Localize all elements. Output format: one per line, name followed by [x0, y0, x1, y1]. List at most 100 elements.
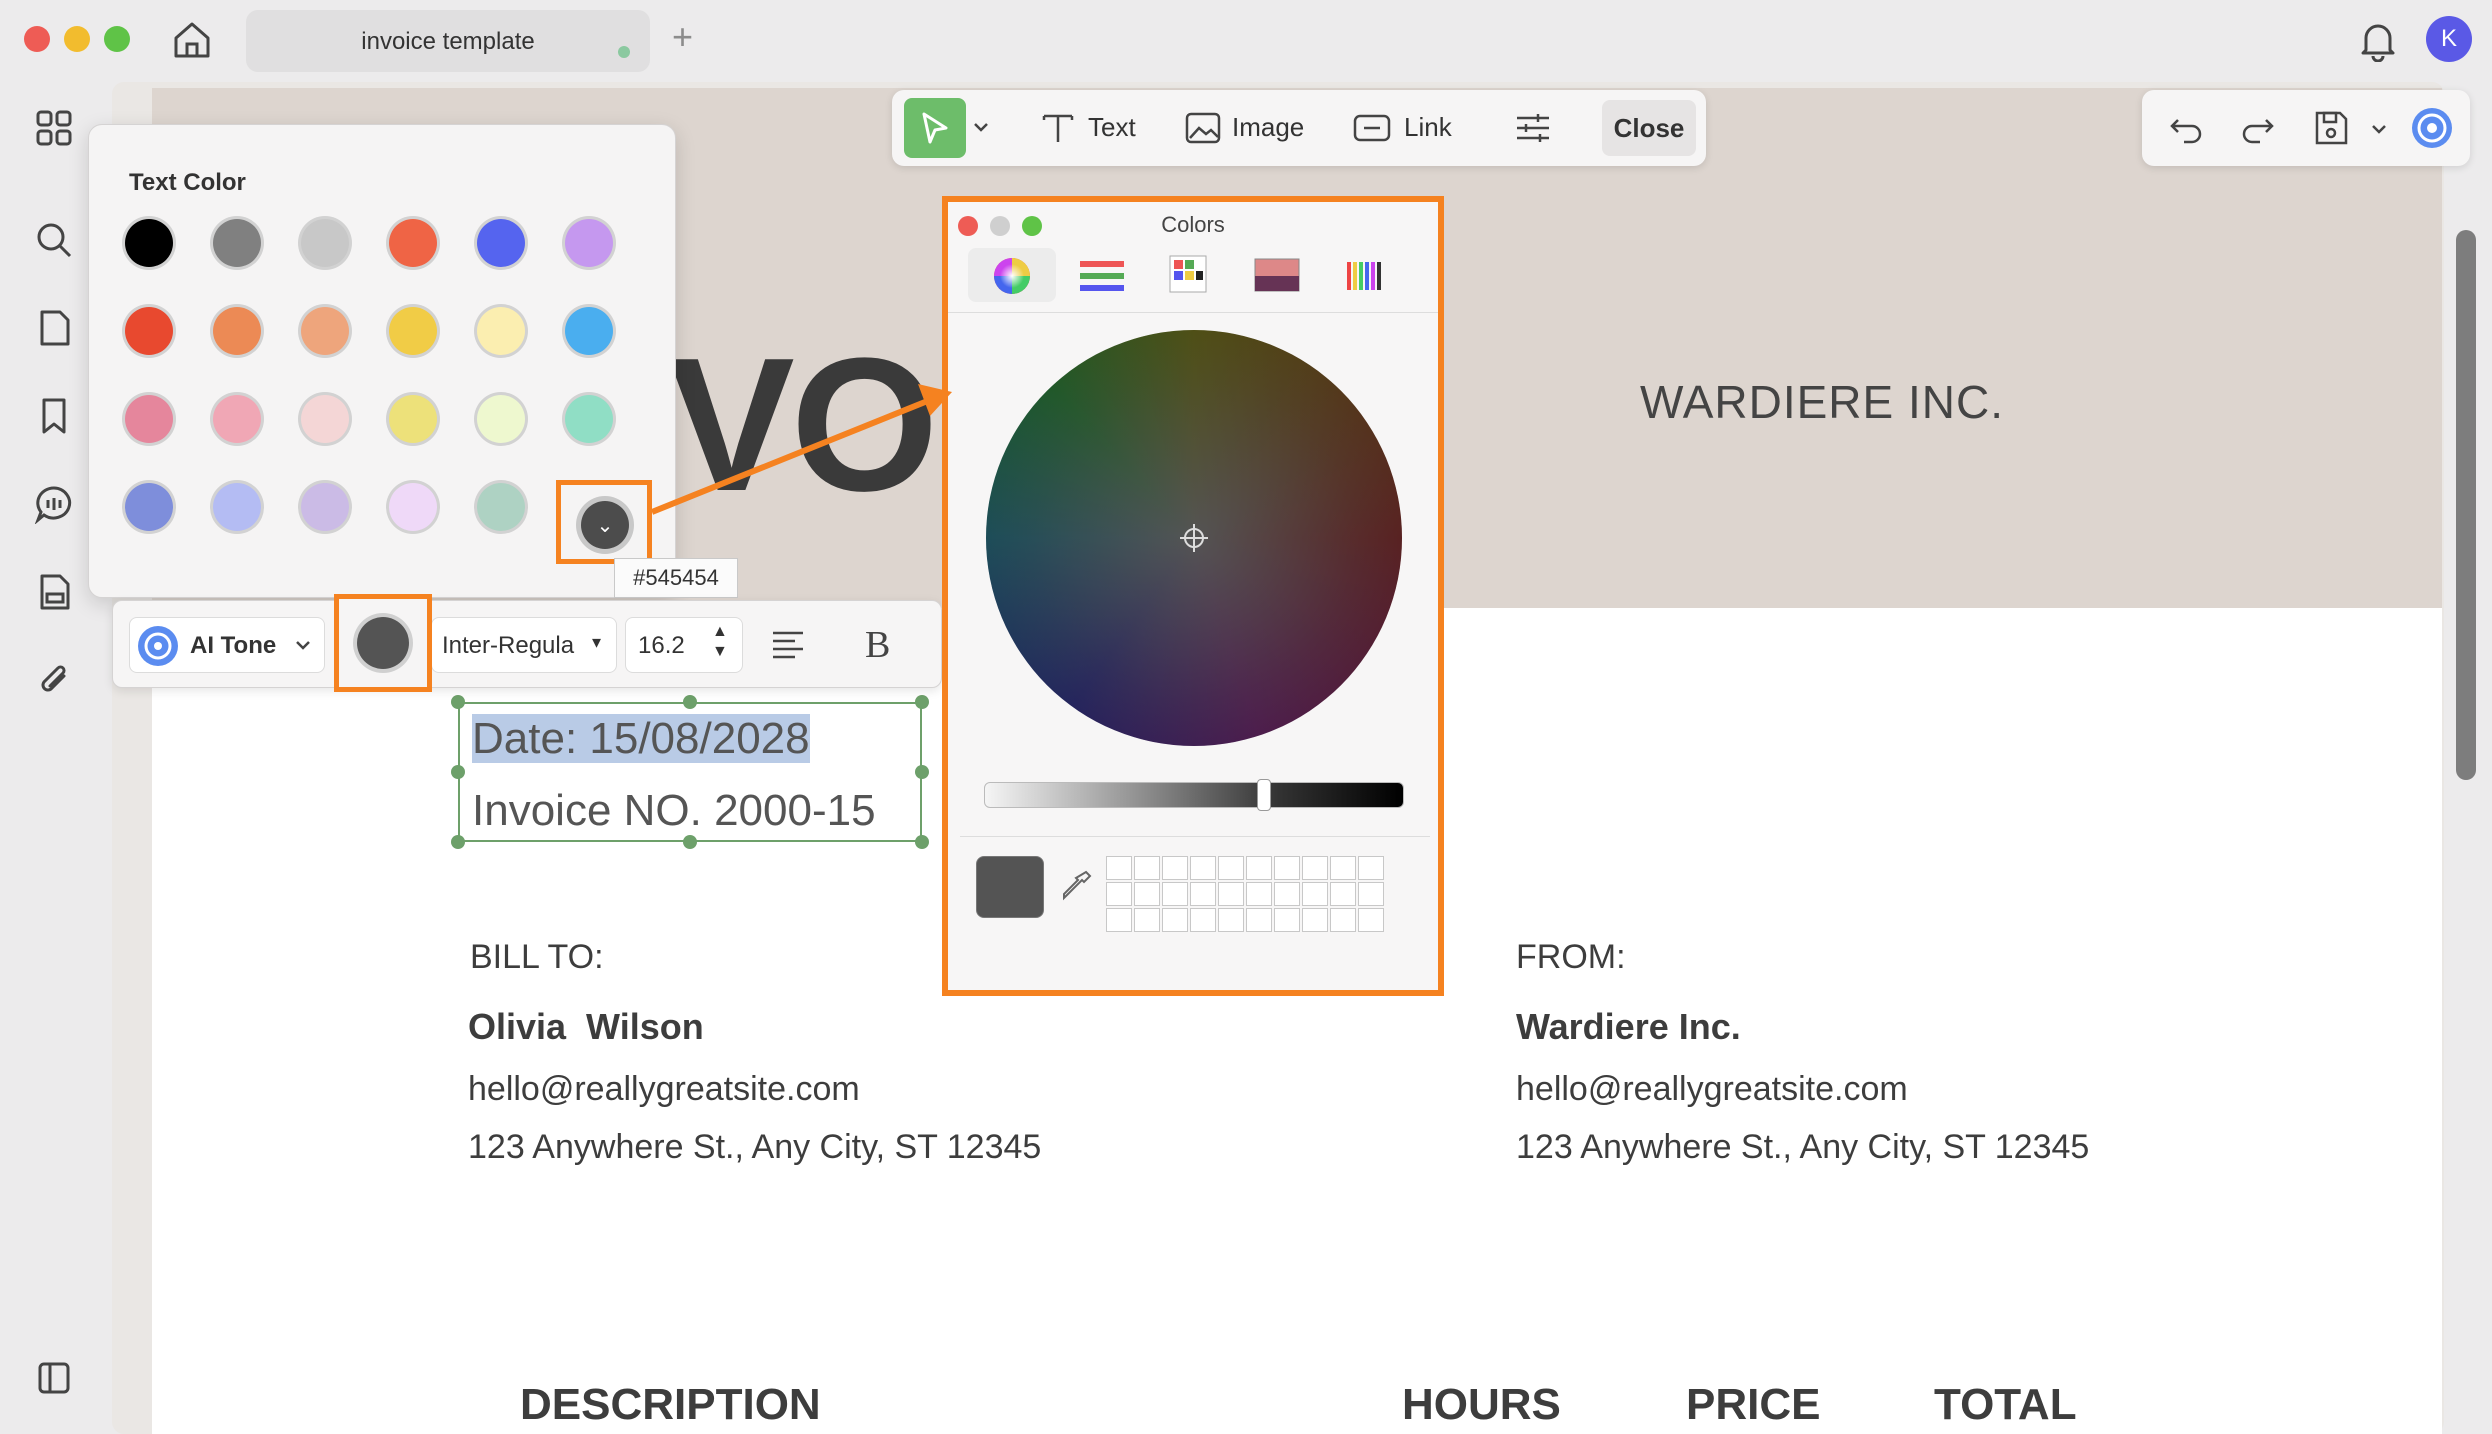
vertical-scrollbar[interactable]	[2456, 230, 2476, 780]
saved-swatch-slot[interactable]	[1106, 908, 1132, 932]
brightness-slider[interactable]	[984, 779, 1404, 811]
saved-swatch-slot[interactable]	[1246, 882, 1272, 906]
avatar[interactable]: K	[2426, 16, 2472, 62]
color-swatch[interactable]	[301, 219, 349, 267]
saved-swatch-slot[interactable]	[1162, 856, 1188, 880]
color-swatch[interactable]	[125, 395, 173, 443]
saved-swatch-slot[interactable]	[1190, 908, 1216, 932]
color-swatch[interactable]	[565, 307, 613, 355]
chevron-down-icon[interactable]	[972, 120, 990, 134]
saved-swatch-slot[interactable]	[1134, 856, 1160, 880]
selected-text-box[interactable]: Date: 15/08/2028 Invoice NO. 2000-15	[458, 702, 922, 842]
saved-swatch-slot[interactable]	[1358, 882, 1384, 906]
saved-swatch-slot[interactable]	[1358, 856, 1384, 880]
eyedropper-icon[interactable]	[1060, 868, 1094, 902]
ai-tone-button[interactable]: AI Tone	[129, 617, 325, 673]
home-icon[interactable]	[170, 18, 214, 62]
saved-swatch-slot[interactable]	[1106, 882, 1132, 906]
color-wheel[interactable]	[986, 330, 1402, 746]
color-swatch[interactable]	[213, 395, 261, 443]
saved-swatch-slot[interactable]	[1190, 856, 1216, 880]
stepper-arrows-icon[interactable]: ▲ ▼	[712, 622, 728, 662]
document-tab[interactable]: invoice template	[246, 10, 650, 72]
save-icon[interactable]	[2312, 108, 2350, 148]
link-tool-label[interactable]: Link	[1404, 112, 1452, 143]
select-tool-button[interactable]	[904, 98, 966, 158]
resize-handle[interactable]	[915, 765, 929, 779]
color-swatch[interactable]	[301, 307, 349, 355]
saved-swatch-slot[interactable]	[1274, 856, 1300, 880]
font-size-stepper[interactable]: 16.2 ▲ ▼	[625, 617, 743, 673]
date-text[interactable]: Date: 15/08/2028	[472, 714, 810, 764]
font-family-select[interactable]: Inter-Regula ▾	[431, 617, 617, 673]
resize-handle[interactable]	[915, 835, 929, 849]
resize-handle[interactable]	[683, 835, 697, 849]
text-tool-label[interactable]: Text	[1088, 112, 1136, 143]
zoom-window-button[interactable]	[104, 26, 130, 52]
more-colors-button[interactable]: ⌄	[581, 501, 629, 549]
search-icon[interactable]	[34, 220, 74, 260]
saved-swatch-slot[interactable]	[1330, 882, 1356, 906]
color-swatch[interactable]	[389, 307, 437, 355]
saved-swatch-slot[interactable]	[1302, 856, 1328, 880]
color-swatch[interactable]	[125, 307, 173, 355]
saved-swatch-slot[interactable]	[1330, 908, 1356, 932]
saved-swatch-slot[interactable]	[1218, 882, 1244, 906]
form-icon[interactable]	[34, 572, 74, 612]
new-tab-button[interactable]: +	[672, 16, 693, 58]
color-swatch[interactable]	[125, 483, 173, 531]
color-swatch[interactable]	[301, 483, 349, 531]
ai-assistant-icon[interactable]	[2410, 106, 2454, 150]
saved-swatch-slot[interactable]	[1218, 856, 1244, 880]
saved-swatch-slot[interactable]	[1134, 882, 1160, 906]
saved-swatch-slot[interactable]	[1162, 908, 1188, 932]
color-swatch[interactable]	[213, 307, 261, 355]
link-tool-icon[interactable]	[1352, 110, 1392, 146]
color-swatch[interactable]	[477, 307, 525, 355]
saved-swatch-slot[interactable]	[1106, 856, 1132, 880]
bell-icon[interactable]	[2358, 18, 2398, 62]
saved-swatch-slot[interactable]	[1246, 908, 1272, 932]
color-swatch[interactable]	[389, 219, 437, 267]
saved-swatch-slot[interactable]	[1358, 908, 1384, 932]
color-swatch[interactable]	[301, 395, 349, 443]
saved-swatch-slot[interactable]	[1330, 856, 1356, 880]
color-swatch[interactable]	[213, 219, 261, 267]
text-tool-icon[interactable]	[1040, 110, 1076, 146]
saved-swatch-slot[interactable]	[1246, 856, 1272, 880]
current-color-swatch[interactable]	[976, 856, 1044, 918]
color-swatch[interactable]	[389, 395, 437, 443]
close-window-button[interactable]	[24, 26, 50, 52]
image-palette-tab-icon[interactable]	[1254, 258, 1300, 292]
saved-swatch-slot[interactable]	[1302, 882, 1328, 906]
sidebar-toggle-icon[interactable]	[34, 1358, 74, 1398]
saved-swatch-slot[interactable]	[1134, 908, 1160, 932]
align-left-icon[interactable]	[769, 625, 809, 665]
sliders-tab-icon[interactable]	[1078, 258, 1126, 294]
minimize-window-button[interactable]	[64, 26, 90, 52]
redo-icon[interactable]	[2240, 110, 2276, 146]
text-color-button[interactable]	[357, 617, 409, 669]
page-icon[interactable]	[34, 308, 74, 348]
sliders-icon[interactable]	[1514, 110, 1552, 146]
color-swatch[interactable]	[389, 483, 437, 531]
color-swatch[interactable]	[477, 483, 525, 531]
color-swatch[interactable]	[565, 219, 613, 267]
pencils-tab-icon[interactable]	[1344, 254, 1384, 294]
color-swatch[interactable]	[477, 395, 525, 443]
resize-handle[interactable]	[683, 695, 697, 709]
brightness-slider-knob[interactable]	[1257, 779, 1271, 811]
color-swatch[interactable]	[125, 219, 173, 267]
resize-handle[interactable]	[451, 835, 465, 849]
resize-handle[interactable]	[915, 695, 929, 709]
image-tool-icon[interactable]	[1184, 110, 1222, 146]
paperclip-icon[interactable]	[34, 660, 74, 700]
close-edit-button[interactable]: Close	[1602, 100, 1696, 156]
resize-handle[interactable]	[451, 765, 465, 779]
saved-swatch-slot[interactable]	[1274, 882, 1300, 906]
palettes-tab-icon[interactable]	[1168, 254, 1208, 294]
color-swatch[interactable]	[213, 483, 261, 531]
color-swatch[interactable]	[477, 219, 525, 267]
saved-swatch-slot[interactable]	[1302, 908, 1328, 932]
saved-swatch-slot[interactable]	[1162, 882, 1188, 906]
